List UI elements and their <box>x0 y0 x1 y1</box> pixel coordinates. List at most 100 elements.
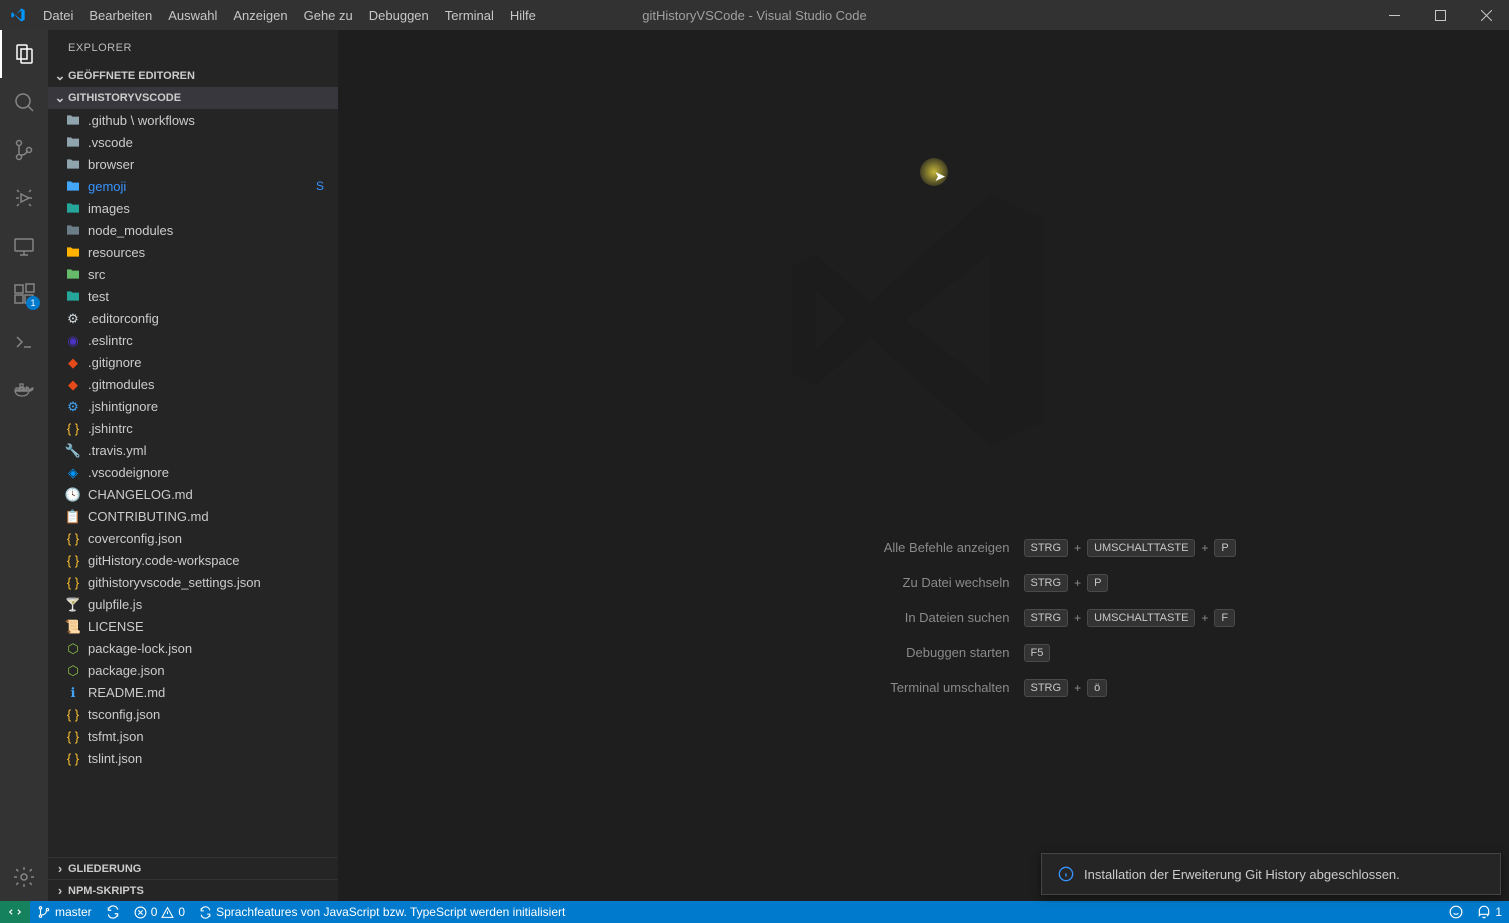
tree-item[interactable]: { } coverconfig.json <box>48 527 338 549</box>
file-tree[interactable]: .github \ workflows .vscode browser gemojiS… <box>48 109 338 857</box>
tree-item[interactable]: { }tsconfig.json <box>48 703 338 725</box>
tree-item-label: LICENSE <box>88 619 144 634</box>
tree-item[interactable]: ⚙.jshintignore <box>48 395 338 417</box>
tree-item[interactable]: ◉.eslintrc <box>48 329 338 351</box>
tree-item-label: .editorconfig <box>88 311 159 326</box>
tree-item[interactable]: 🔧.travis.yml <box>48 439 338 461</box>
menu-anzeigen[interactable]: Anzeigen <box>225 0 295 30</box>
menu-datei[interactable]: Datei <box>35 0 81 30</box>
tree-item[interactable]: .vscode <box>48 131 338 153</box>
status-remote[interactable] <box>0 901 30 923</box>
shortcut-row: In Dateien suchenSTRG+UMSCHALTTASTE+F <box>604 600 1244 635</box>
keycap: F5 <box>1024 644 1051 662</box>
folder-dim-icon <box>62 222 84 238</box>
tree-item[interactable]: test <box>48 285 338 307</box>
folder-icon <box>62 112 84 128</box>
tree-item-label: coverconfig.json <box>88 531 182 546</box>
status-branch-name: master <box>55 905 92 919</box>
tree-item[interactable]: { }githistoryvscode_settings.json <box>48 571 338 593</box>
tree-item[interactable]: node_modules <box>48 219 338 241</box>
status-problems[interactable]: 0 0 <box>127 901 192 923</box>
tree-item[interactable]: ◆ .gitmodules <box>48 373 338 395</box>
tree-item[interactable]: { }.jshintrc <box>48 417 338 439</box>
section-npm[interactable]: › NPM-SKRIPTS <box>48 879 338 901</box>
plus-separator: + <box>1201 611 1208 625</box>
chevron-right-icon: › <box>52 861 68 876</box>
status-sync[interactable] <box>99 901 127 923</box>
readme-icon: ℹ <box>62 686 84 699</box>
tree-item[interactable]: resources <box>48 241 338 263</box>
menu-terminal[interactable]: Terminal <box>437 0 502 30</box>
tree-item[interactable]: { }gitHistory.code-workspace <box>48 549 338 571</box>
shortcut-keys: F5 <box>1024 644 1244 662</box>
tree-item-label: .gitmodules <box>88 377 154 392</box>
tree-item[interactable]: 📜LICENSE <box>48 615 338 637</box>
tree-item[interactable]: { }tslint.json <box>48 747 338 769</box>
section-npm-label: NPM-SKRIPTS <box>68 885 144 897</box>
close-button[interactable] <box>1463 0 1509 30</box>
tree-item-label: resources <box>88 245 145 260</box>
keycap: STRG <box>1024 539 1069 557</box>
tree-item-label: gitHistory.code-workspace <box>88 553 239 568</box>
section-outline[interactable]: › GLIEDERUNG <box>48 857 338 879</box>
tree-item[interactable]: gemojiS <box>48 175 338 197</box>
tree-item[interactable]: src <box>48 263 338 285</box>
tree-item[interactable]: ℹREADME.md <box>48 681 338 703</box>
section-outline-label: GLIEDERUNG <box>68 863 141 875</box>
activity-settings[interactable] <box>0 853 48 901</box>
tree-item[interactable]: images <box>48 197 338 219</box>
tree-item[interactable]: ⬡package.json <box>48 659 338 681</box>
tree-item[interactable]: .github \ workflows <box>48 109 338 131</box>
minimize-button[interactable] <box>1371 0 1417 30</box>
activity-debug[interactable] <box>0 174 48 222</box>
tree-item[interactable]: ◈.vscodeignore <box>48 461 338 483</box>
tree-item[interactable]: 📋CONTRIBUTING.md <box>48 505 338 527</box>
menu-debuggen[interactable]: Debuggen <box>361 0 437 30</box>
status-feedback[interactable] <box>1442 901 1470 923</box>
tree-item[interactable]: 🕓CHANGELOG.md <box>48 483 338 505</box>
menu-bearbeiten[interactable]: Bearbeiten <box>81 0 160 30</box>
chevron-down-icon: ⌄ <box>52 68 68 84</box>
editor-area: Alle Befehle anzeigenSTRG+UMSCHALTTASTE+… <box>338 30 1509 901</box>
maximize-button[interactable] <box>1417 0 1463 30</box>
tree-item[interactable]: browser <box>48 153 338 175</box>
plus-separator: + <box>1074 541 1081 555</box>
activity-source-control[interactable] <box>0 126 48 174</box>
section-project[interactable]: ⌄ GITHISTORYVSCODE <box>48 87 338 109</box>
activity-search[interactable] <box>0 78 48 126</box>
status-notifications[interactable]: 1 <box>1470 901 1509 923</box>
activity-remote[interactable] <box>0 222 48 270</box>
vscode-icon: ◈ <box>62 466 84 479</box>
json-icon: { } <box>62 532 84 545</box>
status-branch[interactable]: master <box>30 901 99 923</box>
tree-item-label: browser <box>88 157 134 172</box>
shortcut-keys: STRG+ö <box>1024 679 1244 697</box>
tree-item[interactable]: { }tsfmt.json <box>48 725 338 747</box>
activity-console-icon[interactable] <box>0 318 48 366</box>
keycap: STRG <box>1024 679 1069 697</box>
notification-toast[interactable]: Installation der Erweiterung Git History… <box>1041 853 1501 895</box>
tree-item-label: node_modules <box>88 223 173 238</box>
activity-explorer[interactable] <box>0 30 48 78</box>
plus-separator: + <box>1074 681 1081 695</box>
folder-blue-icon <box>62 178 84 194</box>
shortcut-row: Alle Befehle anzeigenSTRG+UMSCHALTTASTE+… <box>604 530 1244 565</box>
status-lang-init[interactable]: Sprachfeatures von JavaScript bzw. TypeS… <box>192 901 572 923</box>
tree-item[interactable]: ◆.gitignore <box>48 351 338 373</box>
git-icon: ◆ <box>62 378 84 391</box>
menu-hilfe[interactable]: Hilfe <box>502 0 544 30</box>
tree-item-label: .github \ workflows <box>88 113 195 128</box>
git-status-badge: S <box>316 179 324 193</box>
tree-item-label: test <box>88 289 109 304</box>
tree-item[interactable]: 🍸gulpfile.js <box>48 593 338 615</box>
section-open-editors[interactable]: ⌄ GEÖFFNETE EDITOREN <box>48 65 338 87</box>
menu-auswahl[interactable]: Auswahl <box>160 0 225 30</box>
activity-docker-icon[interactable] <box>0 366 48 414</box>
tree-item[interactable]: ⚙.editorconfig <box>48 307 338 329</box>
tree-item[interactable]: ⬡package-lock.json <box>48 637 338 659</box>
menu-gehezu[interactable]: Gehe zu <box>296 0 361 30</box>
tree-item-label: githistoryvscode_settings.json <box>88 575 261 590</box>
folder-icon <box>62 156 84 172</box>
activity-extensions[interactable]: 1 <box>0 270 48 318</box>
tree-item-label: CONTRIBUTING.md <box>88 509 209 524</box>
